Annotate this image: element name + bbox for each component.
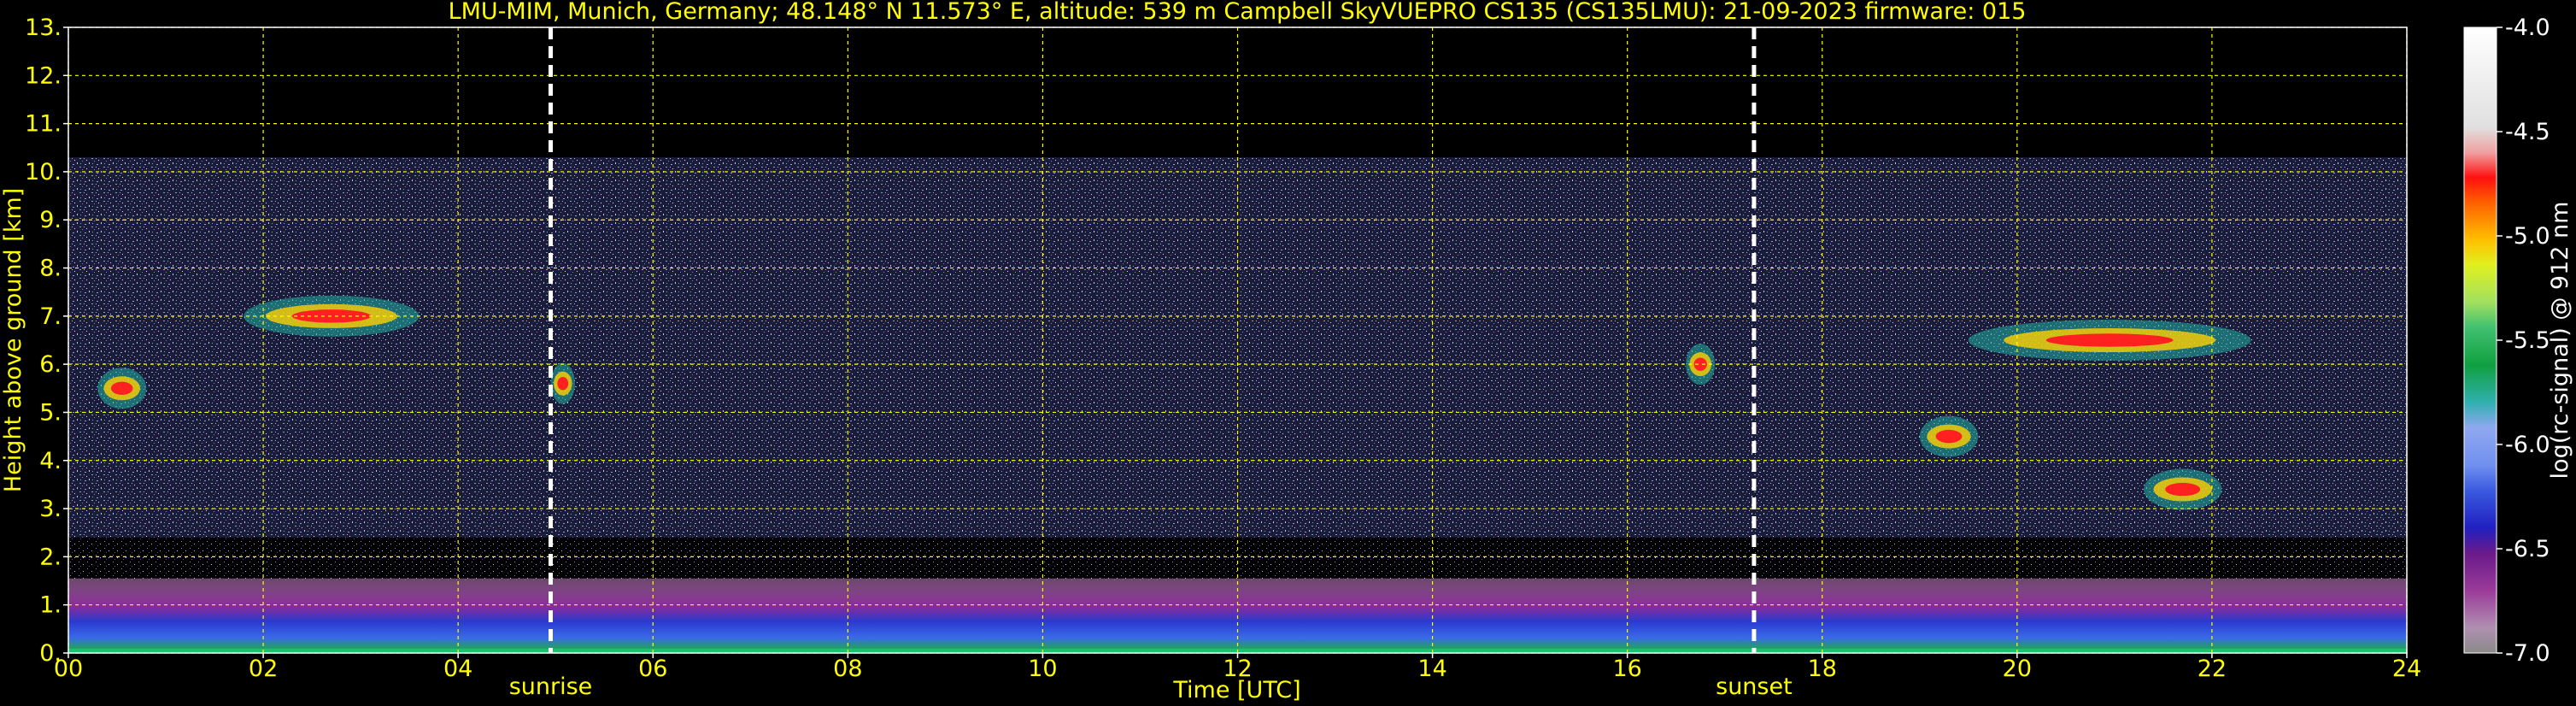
x-tick-label: 14 [1417, 656, 1446, 682]
y-tick-label: 6. [39, 351, 62, 378]
colorbar-tick-label: -5.5 [2505, 327, 2550, 354]
y-tick-label: 5. [39, 399, 62, 426]
x-tick-label: 22 [2198, 656, 2227, 682]
x-tick-label: 06 [638, 656, 667, 682]
colorbar-tick-label: -4.0 [2505, 15, 2550, 41]
cloud-feature-core-4 [2045, 333, 2174, 347]
cloud-feature-core-6 [1935, 429, 1963, 444]
y-tick-label: 4. [39, 448, 62, 474]
colorbar-label: log(rc-signal) @ 912 nm [2547, 202, 2573, 479]
y-tick-label: 12. [25, 62, 62, 89]
y-tick-label: 11. [25, 111, 62, 138]
x-tick-label: 16 [1612, 656, 1641, 682]
colorbar-tick-label: -6.0 [2505, 432, 2550, 458]
chart-title: LMU-MIM, Munich, Germany; 48.148° N 11.5… [449, 0, 2027, 25]
colorbar-tick-labels: -4.0 -4.5 -5.0 -5.5 -6.0 -6.5 -7.0 [2497, 15, 2550, 667]
colorbar [2463, 26, 2497, 654]
y-tick-label: 9. [39, 207, 62, 233]
y-tick-label: 8. [39, 256, 62, 282]
x-tick-label: 04 [443, 656, 472, 682]
y-axis-label: Height above ground [km] [0, 188, 26, 492]
y-tick-label: 3. [39, 496, 62, 522]
sunset-label: sunset [1716, 674, 1793, 700]
ceilometer-chart: sunrise sunset 00 02 04 06 08 10 12 14 16 18 20 22 24… [0, 0, 2573, 703]
x-tick-label: 24 [2392, 656, 2421, 682]
sunrise-label: sunrise [509, 674, 593, 700]
y-tick-label: 13. [25, 15, 62, 41]
y-tick-label: 7. [39, 303, 62, 330]
y-tick-label: 1. [39, 592, 62, 619]
cloud-feature-core-0 [110, 381, 133, 396]
x-tick-label: 02 [249, 656, 278, 682]
y-tick-label: 2. [39, 544, 62, 570]
y-tick-label: 10. [25, 159, 62, 185]
colorbar-tick-label: -5.0 [2505, 223, 2550, 250]
x-tick-label: 20 [2003, 656, 2032, 682]
colorbar-tick-label: -7.0 [2505, 640, 2550, 667]
cloud-feature-core-5 [2165, 482, 2201, 497]
x-tick-label: 18 [1808, 656, 1837, 682]
colorbar-tick-label: -6.5 [2505, 536, 2550, 562]
x-tick-label: 10 [1028, 656, 1057, 682]
cloud-feature-core-2 [557, 376, 569, 391]
x-tick-label: 08 [833, 656, 862, 682]
x-axis-label: Time [UTC] [1172, 677, 1300, 703]
y-tick-label: 0. [39, 640, 62, 667]
colorbar-tick-label: -4.5 [2505, 119, 2550, 145]
noise-field-lower [68, 537, 2407, 581]
y-tick-labels: 0. 1. 2. 3. 4. 5. 6. 7. 8. 9. 10. 11. 12. 13. [25, 15, 68, 667]
